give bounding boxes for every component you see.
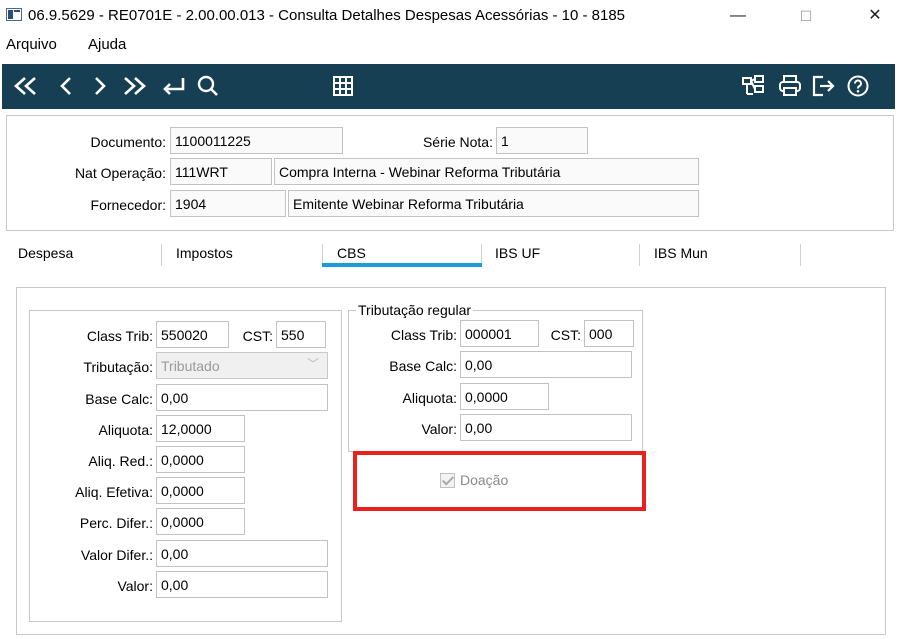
tab-separator (161, 244, 162, 266)
menu-arquivo[interactable]: Arquivo (6, 36, 57, 53)
tributacao-regular-title: Tributação regular (356, 302, 474, 318)
class-trib-label: Class Trib: (86, 328, 153, 344)
reg-base-calc-field[interactable]: 0,00 (460, 351, 632, 378)
print-icon[interactable] (774, 70, 806, 102)
reg-aliquota-field[interactable]: 0,0000 (460, 383, 549, 410)
tributacao-select[interactable]: Tributado ﹀ (156, 352, 328, 379)
aliq-red-label: Aliq. Red.: (88, 453, 153, 469)
valor-label: Valor: (117, 578, 153, 594)
window-title: 06.9.5629 - RE0701E - 2.00.00.013 - Cons… (28, 7, 626, 24)
fornecedor-desc-field[interactable]: Emitente Webinar Reforma Tributária (288, 190, 699, 217)
tab-ibs-uf[interactable]: IBS UF (495, 240, 540, 270)
aliq-efetiva-field[interactable]: 0,0000 (156, 477, 245, 504)
documento-label: Documento: (90, 134, 166, 150)
previous-icon[interactable] (50, 70, 82, 102)
minimize-button[interactable]: — (718, 4, 758, 28)
serie-label: Série Nota: (422, 134, 493, 150)
next-icon[interactable] (84, 70, 116, 102)
search-icon[interactable] (192, 70, 224, 102)
aliquota-label: Aliquota: (98, 422, 153, 438)
aliq-red-field[interactable]: 0,0000 (156, 446, 245, 473)
highlight-box (353, 451, 646, 511)
fornecedor-code-field[interactable]: 1904 (170, 190, 286, 217)
tab-impostos[interactable]: Impostos (176, 240, 233, 270)
tributacao-value: Tributado (161, 358, 220, 374)
maximize-button[interactable]: ☐ (786, 4, 826, 28)
reg-base-calc-label: Base Calc: (389, 358, 457, 374)
app-icon (6, 8, 22, 21)
class-trib-field[interactable]: 550020 (156, 321, 229, 348)
active-tab-indicator (322, 263, 482, 267)
reg-cst-field[interactable]: 000 (584, 320, 634, 347)
tab-ibs-mun[interactable]: IBS Mun (654, 240, 708, 270)
natop-code-field[interactable]: 111WRT (170, 158, 272, 185)
reg-class-trib-label: Class Trib: (390, 327, 457, 343)
base-calc-label: Base Calc: (85, 391, 153, 407)
documento-field[interactable]: 1100011225 (170, 127, 343, 154)
first-icon[interactable] (10, 70, 42, 102)
reg-valor-label: Valor: (421, 421, 457, 437)
reg-aliquota-label: Aliquota: (402, 390, 457, 406)
exit-icon[interactable] (808, 70, 840, 102)
aliq-efetiva-label: Aliq. Efetiva: (75, 484, 153, 500)
cst-label: CST: (242, 328, 273, 344)
tributacao-label: Tributação: (83, 359, 153, 375)
valor-difer-label: Valor Difer.: (80, 547, 153, 563)
goto-icon[interactable] (158, 70, 190, 102)
reg-valor-field[interactable]: 0,00 (460, 414, 632, 441)
grid-icon[interactable] (327, 70, 359, 102)
tab-separator (639, 244, 640, 266)
title-bar: 06.9.5629 - RE0701E - 2.00.00.013 - Cons… (0, 0, 900, 33)
natop-label: Nat Operação: (74, 165, 166, 181)
fornecedor-label: Fornecedor: (90, 197, 166, 213)
aliquota-field[interactable]: 12,0000 (156, 415, 245, 442)
natop-desc-field[interactable]: Compra Interna - Webinar Reforma Tributá… (274, 158, 699, 185)
serie-field[interactable]: 1 (496, 127, 588, 154)
perc-difer-field[interactable]: 0,0000 (156, 508, 245, 535)
base-calc-field[interactable]: 0,00 (156, 384, 328, 411)
perc-difer-label: Perc. Difer.: (79, 515, 153, 531)
valor-difer-field[interactable]: 0,00 (156, 540, 328, 567)
chevron-down-icon: ﹀ (306, 357, 319, 371)
reg-class-trib-field[interactable]: 000001 (460, 320, 539, 347)
close-button[interactable]: ✕ (855, 4, 895, 28)
menu-bar: Arquivo Ajuda (0, 33, 900, 59)
reg-cst-label: CST: (550, 327, 581, 343)
tab-despesa[interactable]: Despesa (18, 240, 73, 270)
valor-field[interactable]: 0,00 (156, 571, 328, 598)
last-icon[interactable] (118, 70, 150, 102)
cst-field[interactable]: 550 (276, 321, 326, 348)
tab-separator (800, 244, 801, 266)
hierarchy-icon[interactable] (737, 70, 769, 102)
menu-ajuda[interactable]: Ajuda (88, 36, 126, 53)
help-icon[interactable] (842, 70, 874, 102)
toolbar (2, 64, 895, 109)
